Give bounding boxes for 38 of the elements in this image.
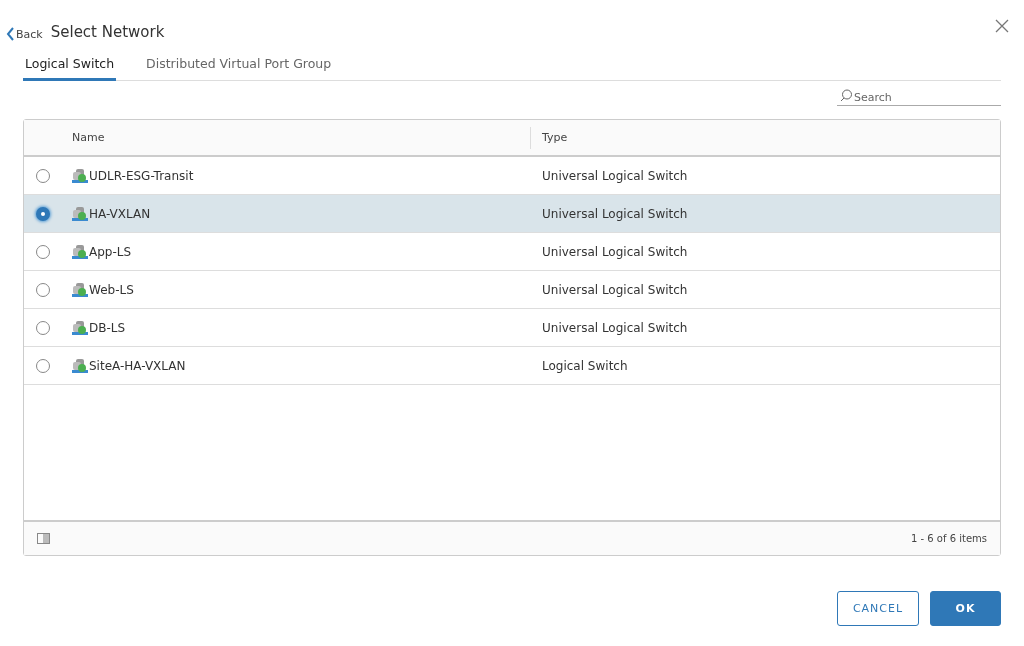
network-type: Universal Logical Switch <box>541 244 689 259</box>
network-type: Universal Logical Switch <box>541 320 689 335</box>
search-icon <box>840 89 853 102</box>
radio-button[interactable] <box>36 206 50 221</box>
network-name: App-LS <box>89 244 132 259</box>
column-header[interactable]: Type <box>530 126 1000 149</box>
back-link[interactable]: Back <box>6 27 43 41</box>
radio-button[interactable] <box>36 320 50 335</box>
network-name: UDLR-ESG-Transit <box>89 168 194 183</box>
network-type: Universal Logical Switch <box>541 282 689 297</box>
tab[interactable]: Logical Switch <box>23 50 117 81</box>
network-type: Logical Switch <box>541 358 629 373</box>
dialog-title: Select Network <box>50 23 165 41</box>
network-name: DB-LS <box>89 320 126 335</box>
network-name: HA-VXLAN <box>89 206 151 221</box>
network-name: SiteA-HA-VXLAN <box>89 358 186 373</box>
radio-button[interactable] <box>36 282 50 297</box>
chevron-left-icon <box>6 27 15 41</box>
network-icon <box>72 205 88 222</box>
network-name: Web-LS <box>89 282 134 297</box>
radio-button[interactable] <box>36 358 50 373</box>
network-icon <box>72 167 88 184</box>
network-icon <box>72 243 88 260</box>
close-button[interactable] <box>994 18 1010 34</box>
tab[interactable]: Distributed Virtual Port Group <box>144 50 334 81</box>
item-count: 1 - 6 of 6 items <box>910 533 987 544</box>
radio-button[interactable] <box>36 244 50 259</box>
network-type: Universal Logical Switch <box>541 206 689 221</box>
ok-button[interactable]: OK <box>930 591 1001 626</box>
network-icon <box>72 319 88 336</box>
network-icon <box>72 281 88 298</box>
cancel-button[interactable]: CANCEL <box>837 591 919 626</box>
column-header[interactable]: Name <box>72 126 530 149</box>
network-type: Universal Logical Switch <box>541 168 689 183</box>
columns-icon[interactable] <box>37 533 50 544</box>
radio-button[interactable] <box>36 168 50 183</box>
table-row[interactable]: HA-VXLAN Universal Logical Switch <box>24 195 1000 233</box>
network-icon <box>72 357 88 374</box>
